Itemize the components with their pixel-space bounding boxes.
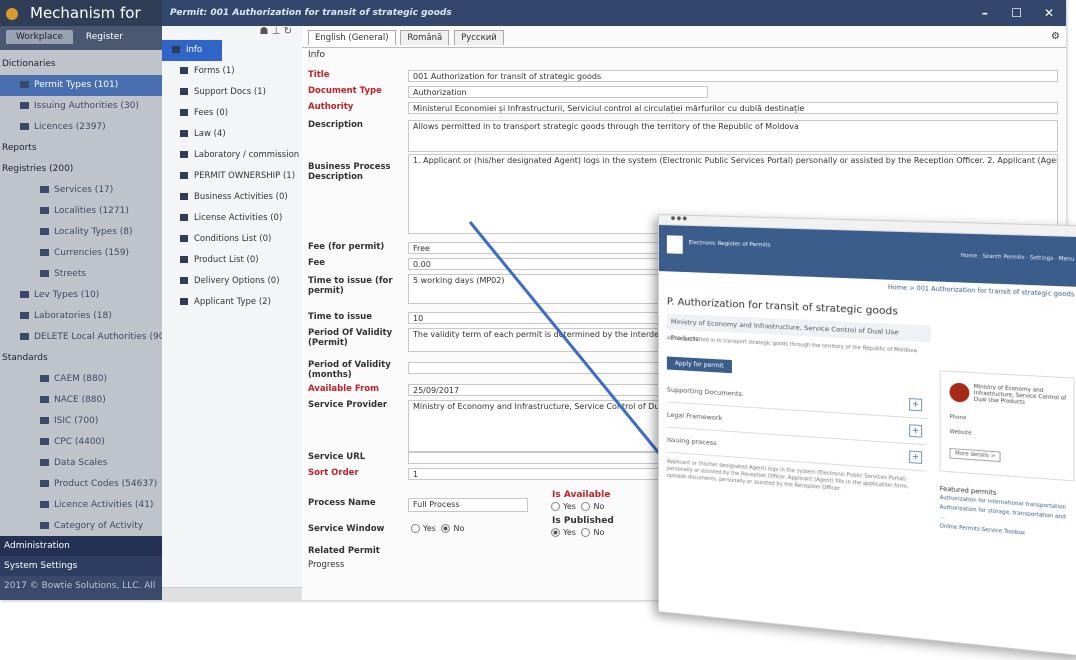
nav-settings[interactable]: Settings bbox=[1030, 255, 1053, 262]
more-details-button[interactable]: More details > bbox=[949, 447, 1002, 463]
nav-menu[interactable]: Menu bbox=[1059, 256, 1075, 263]
card-phone: Phone bbox=[949, 414, 967, 422]
arrow-line bbox=[468, 221, 678, 475]
apply-button[interactable]: Apply for permit bbox=[666, 356, 732, 374]
card-website: Website bbox=[949, 428, 972, 437]
section-label: Issuing process bbox=[666, 435, 717, 448]
section-label: Supporting Documents bbox=[666, 385, 742, 399]
expand-icon[interactable]: + bbox=[909, 424, 923, 438]
portal-screenshot: ● ● ● Electronic Register of Permits Hom… bbox=[658, 214, 1076, 657]
featured-permits: Featured permits Authorization for inter… bbox=[940, 484, 1073, 543]
section-label: Legal Framework bbox=[666, 410, 723, 423]
portal-name: Electronic Register of Permits bbox=[688, 239, 771, 249]
seal-icon bbox=[949, 382, 970, 403]
nav-search[interactable]: Search Permits bbox=[982, 253, 1024, 261]
card-title: Ministry of Economy and Infrastructure, … bbox=[973, 383, 1067, 406]
expand-icon[interactable]: + bbox=[909, 397, 923, 412]
portal-logo-icon bbox=[666, 235, 683, 254]
nav-home[interactable]: Home bbox=[961, 253, 977, 260]
portal-nav: Home · Search Permits · Settings · Menu bbox=[960, 252, 1075, 263]
authority-card: Ministry of Economy and Infrastructure, … bbox=[939, 370, 1075, 482]
expand-icon[interactable]: + bbox=[909, 450, 923, 464]
